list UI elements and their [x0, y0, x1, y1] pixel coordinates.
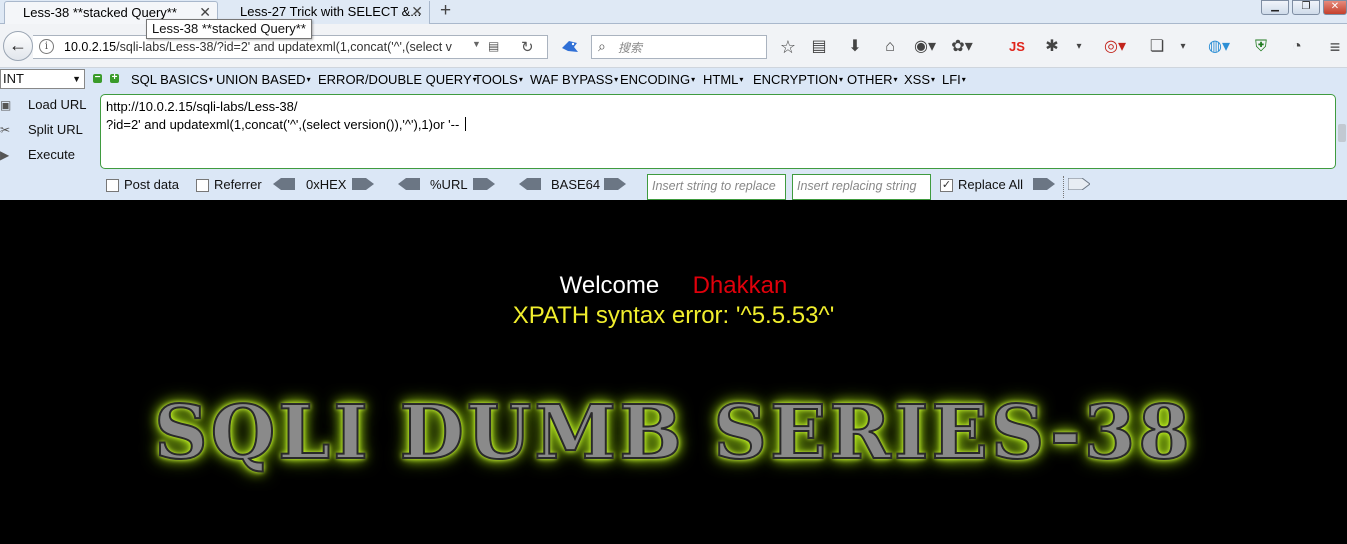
load-url-button[interactable]: ▣ Load URL	[0, 95, 87, 115]
search-box[interactable]: ⌕ 搜索	[591, 35, 767, 59]
bookmark-star-icon[interactable]: ☆	[778, 36, 798, 58]
arrow-left-icon: ←	[9, 35, 27, 55]
reading-list-icon[interactable]: ▤	[809, 36, 829, 58]
replace-all-checkbox[interactable]: ✓	[940, 179, 953, 192]
download-icon[interactable]: ⬇	[845, 36, 865, 58]
text-cursor	[464, 117, 466, 131]
referrer-label: Referrer	[214, 177, 262, 192]
close-icon[interactable]: ✕	[411, 1, 423, 22]
minus-icon[interactable]: −	[93, 73, 102, 83]
page-title: SQLI DUMB SERIES-38	[153, 389, 1193, 477]
close-window-button[interactable]: ✕	[1323, 0, 1347, 15]
menu-waf-bypass[interactable]: WAF BYPASS	[530, 72, 618, 87]
menu-xss[interactable]: XSS	[904, 72, 935, 87]
chevron-down-icon[interactable]: ▾	[1072, 36, 1086, 58]
menu-error-double-query[interactable]: ERROR/DOUBLE QUERY	[318, 72, 477, 87]
menu-tools[interactable]: TOOLS	[474, 72, 523, 87]
arrow-left-icon[interactable]	[398, 178, 420, 190]
post-data-label: Post data	[124, 177, 179, 192]
hackbar: INT ▼ − + SQL BASICS UNION BASED ERROR/D…	[0, 68, 1347, 200]
hackbar-options-row: Post data Referrer 0xHEX %URL BASE64 Ins…	[0, 174, 1347, 200]
page-icon[interactable]: ❏	[1147, 36, 1167, 58]
welcome-line: Welcome Dhakkan	[0, 272, 1347, 300]
bird-icon[interactable]	[560, 38, 580, 56]
chevron-down-icon: ▼	[72, 74, 81, 84]
plus-icon[interactable]: +	[110, 73, 119, 83]
new-tab-button[interactable]: +	[440, 1, 451, 21]
divider	[1063, 176, 1064, 198]
shield-icon[interactable]: ⛨	[1251, 36, 1271, 58]
menu-icon[interactable]: ≡	[1325, 36, 1345, 58]
play-icon: ▶	[0, 148, 10, 162]
rss-icon[interactable]: ◎▾	[1100, 36, 1130, 58]
minimize-button[interactable]: ▁	[1261, 0, 1289, 15]
load-icon: ▣	[0, 98, 12, 112]
welcome-text: Welcome	[559, 272, 660, 299]
palette-icon[interactable]: ✿▾	[947, 36, 977, 58]
chevron-down-icon[interactable]: ▾	[1176, 36, 1190, 58]
arrow-left-icon[interactable]	[273, 178, 295, 190]
bug-icon[interactable]: ✱	[1042, 36, 1062, 58]
referrer-checkbox[interactable]	[196, 179, 209, 192]
search-icon: ⌕	[598, 38, 606, 54]
arrow-right-icon[interactable]	[1068, 178, 1090, 190]
execute-button[interactable]: ▶ Execute	[0, 145, 75, 165]
info-icon[interactable]: i	[39, 39, 54, 54]
arrow-right-icon[interactable]	[473, 178, 495, 190]
tab-title: Less-38 **stacked Query**	[23, 5, 177, 20]
tab-title: Less-27 Trick with SELECT &...	[240, 4, 422, 19]
search-input[interactable]: 搜索	[618, 39, 642, 56]
addon-icon[interactable]: ◉▾	[910, 36, 940, 58]
post-data-checkbox[interactable]	[106, 179, 119, 192]
network-icon: ▤	[488, 39, 500, 53]
menu-other[interactable]: OTHER	[847, 72, 898, 87]
replace-string-input[interactable]: Insert string to replace	[647, 174, 786, 200]
js-icon[interactable]: JS	[1005, 36, 1029, 58]
menu-encryption[interactable]: ENCRYPTION	[753, 72, 843, 87]
arrow-right-icon[interactable]	[1033, 178, 1055, 190]
arrow-right-icon[interactable]	[604, 178, 626, 190]
history-dropdown-icon[interactable]: ▼	[472, 39, 481, 49]
dashboard-icon[interactable]: ◔	[1287, 36, 1307, 58]
url-textarea[interactable]: http://10.0.2.15/sqli-labs/Less-38/ ?id=…	[100, 94, 1336, 169]
menu-html[interactable]: HTML	[703, 72, 743, 87]
back-button[interactable]: ←	[3, 31, 33, 61]
scissors-icon: ✂	[0, 123, 11, 137]
error-message: XPATH syntax error: '^5.5.53^'	[512, 302, 835, 329]
base64-label: BASE64	[551, 177, 601, 192]
maximize-button[interactable]: ❐	[1292, 0, 1320, 15]
page-content: Welcome Dhakkan XPATH syntax error: '^5.…	[0, 200, 1347, 544]
tab-tooltip: Less-38 **stacked Query**	[146, 19, 312, 39]
menu-lfi[interactable]: LFI	[942, 72, 966, 87]
user-name: Dhakkan	[692, 272, 788, 299]
arrow-right-icon[interactable]	[352, 178, 374, 190]
type-select[interactable]: INT ▼	[0, 69, 85, 89]
hex-label: 0xHEX	[306, 177, 347, 192]
replacing-string-input[interactable]: Insert replacing string	[792, 174, 931, 200]
menu-union-based[interactable]: UNION BASED	[216, 72, 311, 87]
arrow-left-icon[interactable]	[519, 178, 541, 190]
split-url-button[interactable]: ✂ Split URL	[0, 120, 83, 140]
globe-icon[interactable]: ◍▾	[1204, 36, 1234, 58]
url-encode-label: %URL	[430, 177, 468, 192]
scrollbar-thumb[interactable]	[1338, 124, 1346, 142]
reload-icon[interactable]: ↻	[521, 38, 534, 56]
address-text[interactable]: 10.0.2.15/sqli-labs/Less-38/?id=2' and u…	[64, 40, 494, 54]
menu-sql-basics[interactable]: SQL BASICS	[131, 72, 213, 87]
replace-all-label: Replace All	[958, 177, 1024, 192]
home-icon[interactable]: ⌂	[880, 36, 900, 58]
menu-encoding[interactable]: ENCODING	[620, 72, 695, 87]
